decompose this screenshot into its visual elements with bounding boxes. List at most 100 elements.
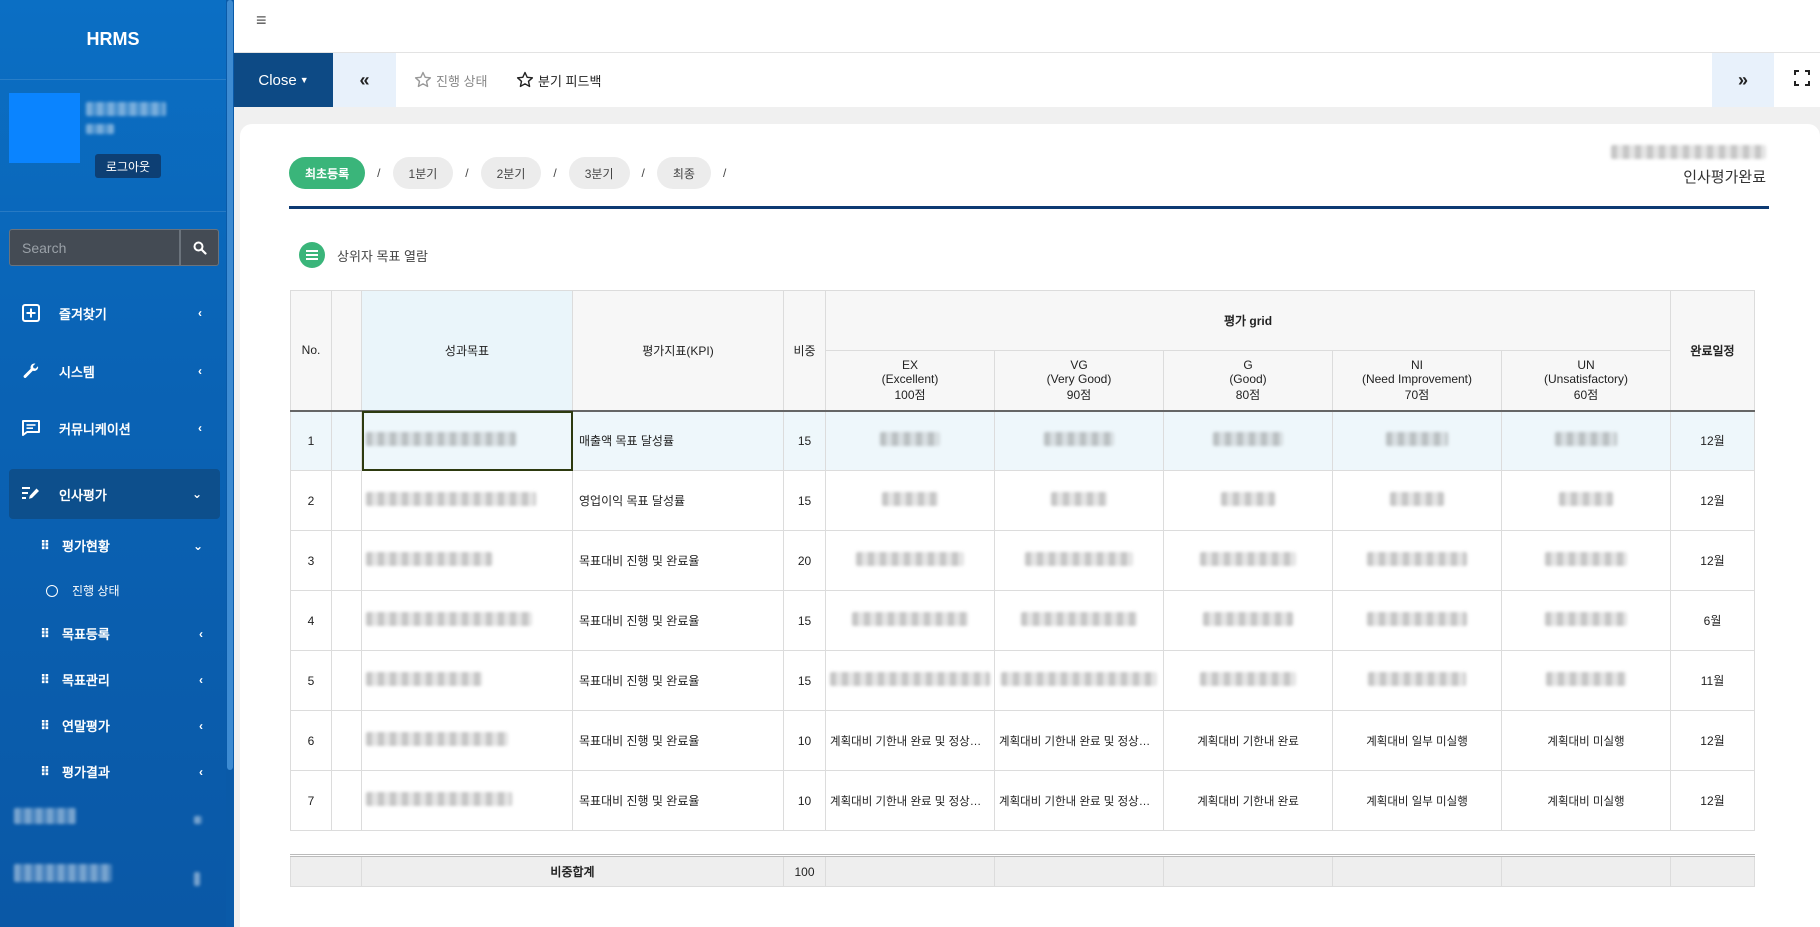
- step-final[interactable]: 최종: [656, 157, 711, 189]
- due-cell: 12월: [1670, 470, 1755, 531]
- grid-cell-redacted: [1163, 650, 1333, 711]
- due-cell: 11월: [1670, 650, 1755, 711]
- grid-cell-redacted: [1332, 650, 1502, 711]
- sidebar-subitem-goal-manage[interactable]: ⠿ 목표관리 ‹: [40, 670, 220, 689]
- col-goal[interactable]: 성과목표: [361, 290, 573, 411]
- sidebar-search: [9, 229, 219, 266]
- caret-down-icon: ▼: [299, 75, 309, 85]
- step-q3[interactable]: 3분기: [568, 157, 630, 189]
- grip-icon: ⠿: [40, 717, 51, 733]
- goal-cell-redacted[interactable]: [361, 470, 573, 531]
- table-row[interactable]: 2 영업이익 목표 달성률 15 12월: [290, 470, 1755, 531]
- table-row[interactable]: 3 목표대비 진행 및 완료율 20 12월: [290, 530, 1755, 591]
- kpi-cell: 영업이익 목표 달성률: [572, 470, 784, 531]
- grid-cell-redacted: [994, 410, 1164, 471]
- table-row[interactable]: 4 목표대비 진행 및 완료율 15 6월: [290, 590, 1755, 651]
- row-blank: [331, 530, 362, 591]
- sidebar-item-hr-evaluation[interactable]: 인사평가 ⌄: [9, 469, 220, 519]
- sum-value: 100: [783, 854, 826, 887]
- chevron-left-icon: ‹: [199, 626, 203, 641]
- sidebar-subitem-label: 평가현황: [62, 539, 110, 554]
- table-row[interactable]: 1 매출액 목표 달성률 15 12월: [290, 410, 1755, 471]
- sidebar-subitem-label: 목표관리: [62, 673, 110, 688]
- table-row[interactable]: 6 목표대비 진행 및 완료율 10 계획대비 기한내 완료 및 정상운영 계획…: [290, 710, 1755, 771]
- tab-label: 분기 피드백: [538, 73, 602, 89]
- hamburger-icon[interactable]: ≡: [256, 10, 267, 31]
- status-info-redacted: [1611, 145, 1766, 159]
- sidebar-scroll-thumb[interactable]: [227, 0, 233, 770]
- step-initial[interactable]: 최초등록: [289, 157, 366, 189]
- sidebar-subitem-eval-status[interactable]: ⠿ 평가현황 ⌄: [40, 536, 220, 555]
- sidebar-subitem-goal-register[interactable]: ⠿ 목표등록 ‹: [40, 624, 220, 643]
- sidebar-subsubitem-progress[interactable]: 진행 상태: [46, 582, 120, 599]
- sum-blank: [1670, 854, 1755, 887]
- user-role-redacted: [86, 124, 114, 134]
- step-q1[interactable]: 1분기: [392, 157, 454, 189]
- sum-blank: [1501, 854, 1671, 887]
- goal-cell-redacted[interactable]: [361, 710, 573, 771]
- double-chevron-right-icon: »: [1737, 69, 1748, 90]
- search-input[interactable]: [9, 229, 180, 266]
- grip-icon: ⠿: [40, 763, 51, 779]
- row-no: 6: [290, 710, 332, 771]
- grade-score: 100점: [894, 387, 926, 402]
- goal-cell-redacted[interactable]: [361, 590, 573, 651]
- goal-cell-redacted[interactable]: [361, 530, 573, 591]
- open-supervisor-goals[interactable]: 상위자 목표 열람: [299, 242, 428, 268]
- row-blank: [331, 470, 362, 531]
- grid-cell: 계획대비 미실행: [1501, 770, 1671, 831]
- goal-cell-redacted[interactable]: [361, 650, 573, 711]
- grip-icon: ⠿: [40, 671, 51, 687]
- col-no: No.: [290, 290, 332, 411]
- grip-icon: ⠿: [40, 625, 51, 641]
- sidebar-item-redacted-chevron: [194, 872, 200, 886]
- grade-ni-header: NI (Need Improvement) 70점: [1332, 350, 1502, 411]
- kpi-cell: 목표대비 진행 및 완료율: [572, 770, 784, 831]
- grade-name: (Excellent): [881, 371, 939, 386]
- weight-cell: 15: [783, 590, 826, 651]
- sidebar-item-redacted[interactable]: [14, 864, 112, 882]
- grid-cell: 계획대비 기한내 완료 및 정상운영: [994, 770, 1164, 831]
- col-due: 완료일정: [1670, 290, 1755, 411]
- step-q2[interactable]: 2분기: [480, 157, 542, 189]
- sidebar-item-redacted[interactable]: [14, 808, 76, 824]
- search-button[interactable]: [180, 229, 219, 266]
- table-row[interactable]: 5 목표대비 진행 및 완료율 15 11월: [290, 650, 1755, 711]
- grid-cell: 계획대비 기한내 완료: [1163, 770, 1333, 831]
- goal-cell-redacted[interactable]: [361, 770, 573, 831]
- grade-code: UN: [1577, 357, 1595, 372]
- grid-cell: 계획대비 기한내 완료 및 정상운영: [825, 770, 995, 831]
- sum-blank: [1332, 854, 1502, 887]
- row-blank: [331, 710, 362, 771]
- goal-cell-redacted[interactable]: [361, 410, 573, 471]
- sidebar-subitem-results[interactable]: ⠿ 평가결과 ‹: [40, 762, 220, 781]
- star-outline-icon: [516, 71, 534, 89]
- row-blank: [331, 590, 362, 651]
- tab-progress-status[interactable]: 진행 상태: [414, 53, 487, 107]
- grade-score: 60점: [1573, 387, 1599, 402]
- grid-cell-redacted: [1332, 470, 1502, 531]
- user-profile: 로그아웃: [0, 80, 226, 212]
- logout-button[interactable]: 로그아웃: [95, 154, 161, 178]
- user-name-redacted: [86, 102, 166, 116]
- grid-cell-redacted: [1332, 410, 1502, 471]
- brand-title[interactable]: HRMS: [0, 0, 226, 80]
- sidebar-item-communication[interactable]: 커뮤니케이션 ‹: [9, 403, 220, 453]
- star-outline-icon: [414, 71, 432, 89]
- close-dropdown-button[interactable]: Close ▼: [234, 53, 333, 107]
- grid-cell: 계획대비 기한내 완료 및 정상운영: [994, 710, 1164, 771]
- sidebar-subitem-yearend[interactable]: ⠿ 연말평가 ‹: [40, 716, 220, 735]
- grid-cell-redacted: [825, 410, 995, 471]
- avatar: [9, 93, 80, 163]
- next-button[interactable]: »: [1712, 53, 1774, 107]
- grid-cell-redacted: [1501, 470, 1671, 531]
- prev-button[interactable]: «: [333, 53, 396, 107]
- sidebar-item-system[interactable]: 시스템 ‹: [9, 346, 220, 396]
- sidebar-item-favorites[interactable]: 즐겨찾기 ‹: [9, 288, 220, 338]
- sidebar-scrollbar[interactable]: [226, 0, 234, 927]
- tab-quarter-feedback[interactable]: 분기 피드백: [516, 53, 601, 107]
- grid-cell-redacted: [994, 470, 1164, 531]
- fullscreen-icon[interactable]: [1794, 70, 1810, 89]
- table-row[interactable]: 7 목표대비 진행 및 완료율 10 계획대비 기한내 완료 및 정상운영 계획…: [290, 770, 1755, 831]
- row-no: 5: [290, 650, 332, 711]
